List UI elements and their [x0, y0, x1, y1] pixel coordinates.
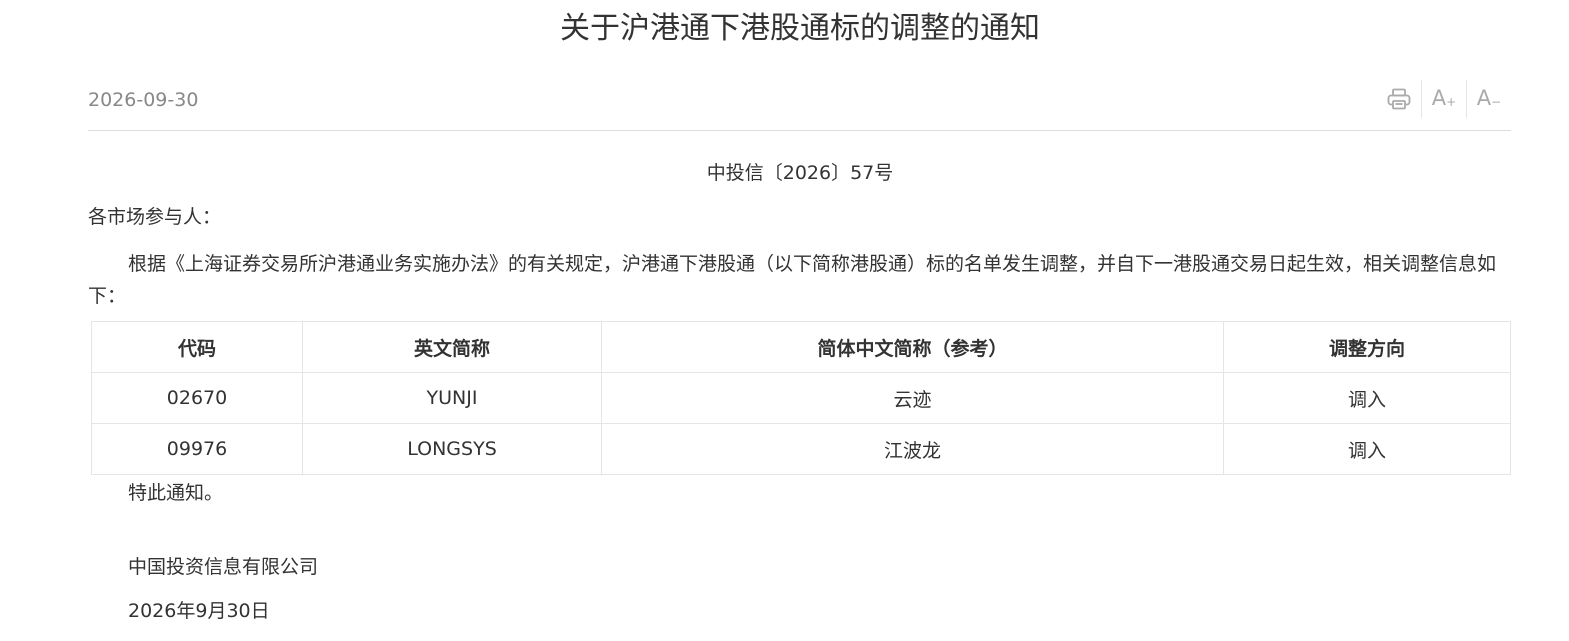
printer-icon — [1387, 88, 1411, 110]
cell-english-name: YUNJI — [302, 372, 602, 424]
cell-direction: 调入 — [1223, 423, 1511, 475]
salutation: 各市场参与人： — [88, 206, 222, 228]
notice-page: 关于沪港通下港股通标的调整的通知 2026-09-30 A+ A− 中投信〔20… — [0, 0, 1569, 641]
meta-bar: 2026-09-30 A+ A− — [88, 78, 1511, 131]
font-increase-icon: A+ — [1431, 85, 1457, 110]
page-title: 关于沪港通下港股通标的调整的通知 — [560, 11, 1040, 46]
adjustment-table: 代码 英文简称 简体中文简称（参考） 调整方向 02670 YUNJI 云迹 调… — [91, 321, 1511, 475]
publish-date: 2026-09-30 — [88, 89, 199, 111]
signature-date: 2026年9月30日 — [128, 600, 270, 622]
cell-english-name: LONGSYS — [302, 423, 602, 475]
table-row: 02670 YUNJI 云迹 调入 — [91, 372, 1511, 424]
header-chinese-name: 简体中文简称（参考） — [601, 321, 1224, 373]
signature-company: 中国投资信息有限公司 — [128, 556, 319, 578]
font-increase-button[interactable]: A+ — [1422, 80, 1466, 118]
cell-chinese-name: 江波龙 — [601, 423, 1224, 475]
cell-chinese-name: 云迹 — [601, 372, 1224, 424]
header-english-name: 英文简称 — [302, 321, 602, 373]
document-number: 中投信〔2026〕57号 — [706, 162, 894, 184]
cell-direction: 调入 — [1223, 372, 1511, 424]
closing-line: 特此通知。 — [128, 482, 224, 504]
header-code: 代码 — [91, 321, 303, 373]
table-row: 09976 LONGSYS 江波龙 调入 — [91, 423, 1511, 475]
font-decrease-icon: A− — [1476, 85, 1502, 110]
cell-code: 02670 — [91, 372, 303, 424]
cell-code: 09976 — [91, 423, 303, 475]
body-paragraph: 根据《上海证券交易所沪港通业务实施办法》的有关规定，沪港通下港股通（以下简称港股… — [88, 253, 1497, 307]
toolbar: A+ A− — [1377, 80, 1511, 118]
table-header-row: 代码 英文简称 简体中文简称（参考） 调整方向 — [91, 321, 1511, 373]
print-button[interactable] — [1377, 80, 1421, 118]
font-decrease-button[interactable]: A− — [1467, 80, 1511, 118]
header-direction: 调整方向 — [1223, 321, 1511, 373]
